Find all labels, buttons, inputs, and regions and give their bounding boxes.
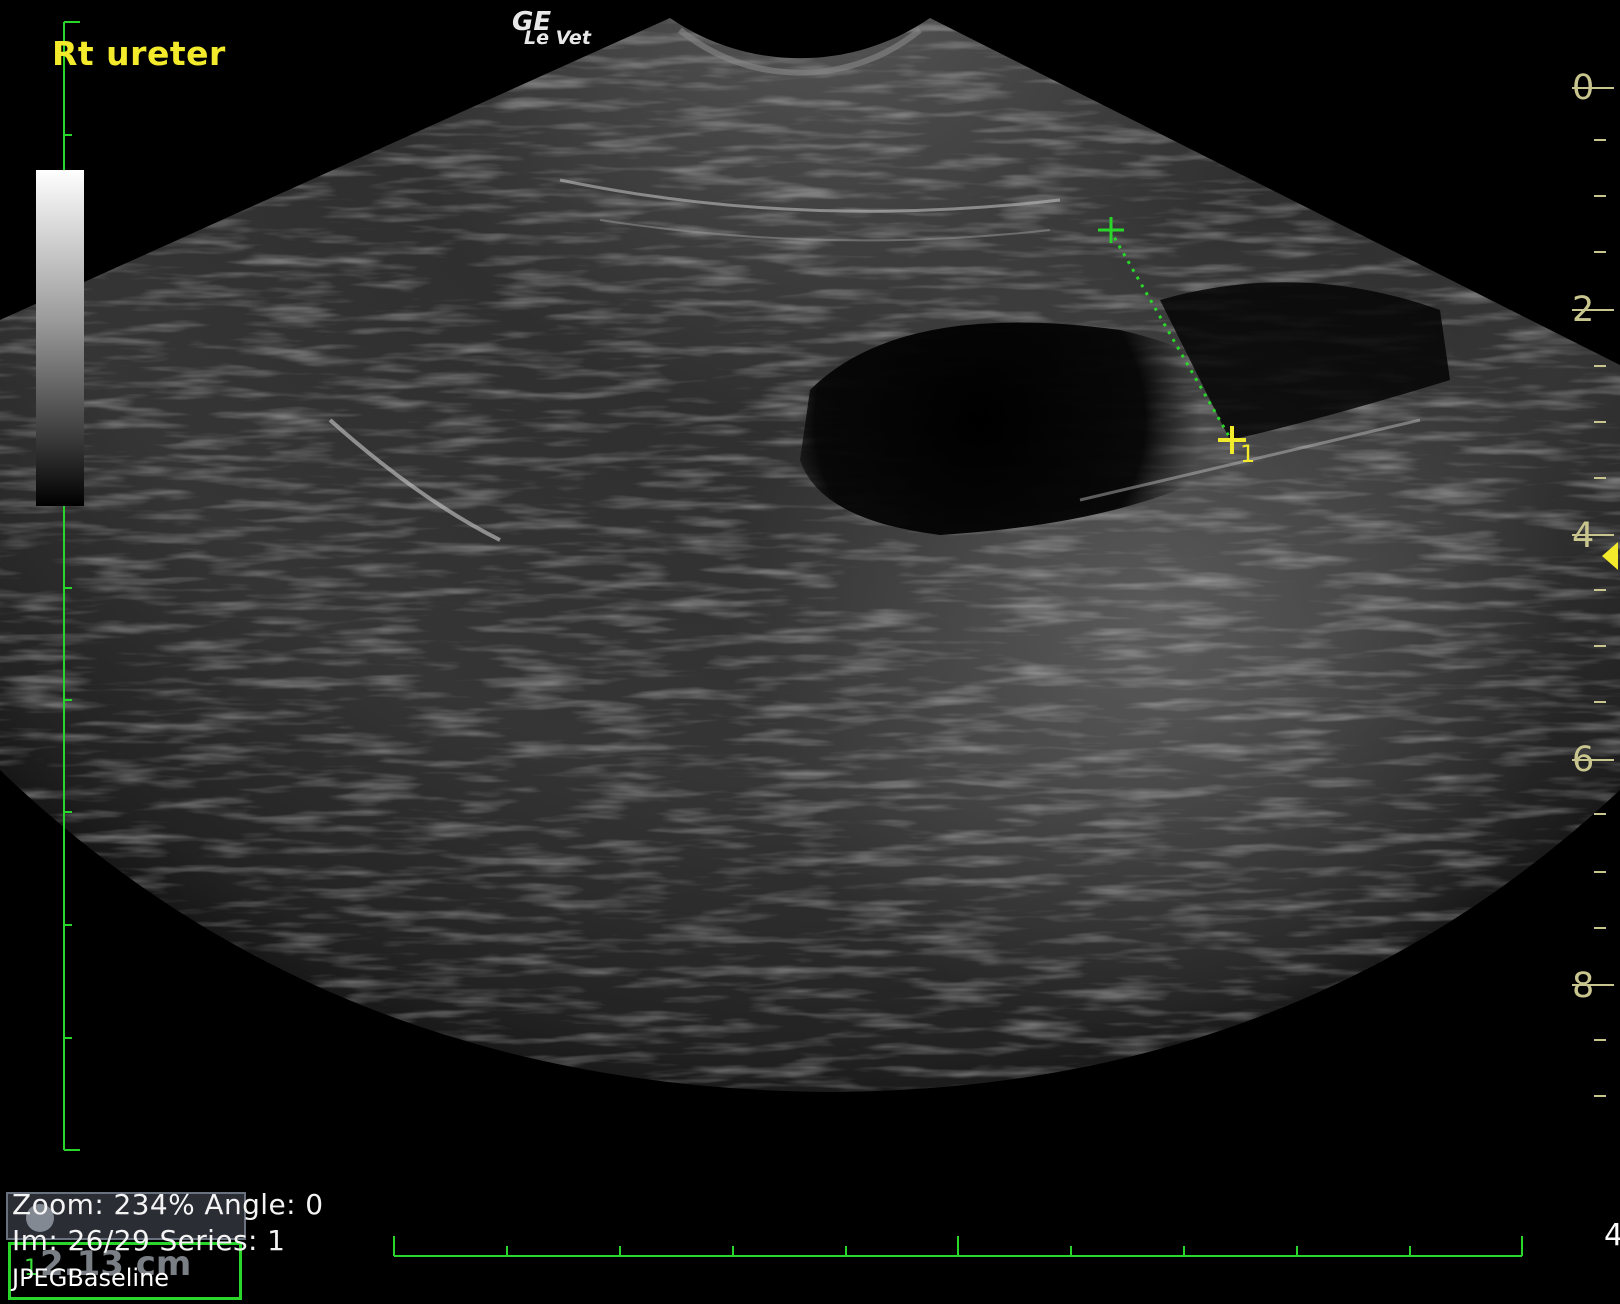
depth-label-4: 4 — [1572, 516, 1595, 556]
zoom-angle-readout: Zoom: 234% Angle: 0 — [12, 1188, 324, 1221]
caliper-index-label: 1 — [1240, 440, 1256, 468]
edge-scale-label: 4 — [1604, 1218, 1620, 1253]
logo-product: Le Vet — [524, 27, 591, 49]
grayscale-bar — [36, 170, 84, 506]
depth-label-8: 8 — [1572, 966, 1595, 1006]
brand-logo: GE Le Vet — [512, 9, 591, 49]
ultrasound-viewport: Rt ureter GE Le Vet 0 2 4 6 8 1 1 2.13 c… — [0, 0, 1620, 1304]
horizontal-scale — [393, 1236, 1523, 1257]
depth-label-6: 6 — [1572, 740, 1595, 780]
image-series-readout: Im: 26/29 Series: 1 — [12, 1224, 286, 1257]
depth-label-0: 0 — [1572, 68, 1595, 108]
ultrasound-scan — [0, 18, 1620, 1257]
depth-label-2: 2 — [1572, 290, 1595, 330]
format-readout: JPEGBaseline — [12, 1264, 170, 1292]
scan-title: Rt ureter — [52, 34, 226, 73]
